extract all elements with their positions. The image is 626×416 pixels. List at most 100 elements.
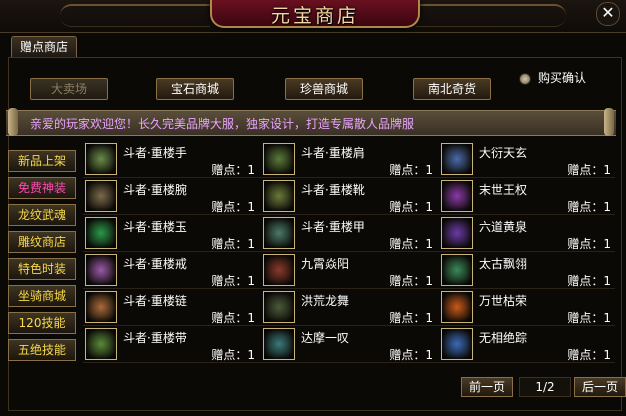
- category-button-bazaar[interactable]: 大卖场: [30, 78, 108, 100]
- item-cell[interactable]: 大衍天玄 赠点：1: [439, 141, 615, 177]
- item-cell[interactable]: 六道黄泉赠点：1: [439, 215, 615, 251]
- title-ornament-right: [416, 4, 566, 27]
- staff-weapon-icon[interactable]: [441, 143, 473, 175]
- item-name: 斗者·重楼腕: [123, 183, 187, 197]
- sidebar-item[interactable]: 雕纹商店: [8, 231, 76, 253]
- scroll-end-left: [8, 108, 18, 136]
- item-cell[interactable]: 洪荒龙舞 赠点：1: [261, 289, 437, 325]
- item-price: 赠点：1: [389, 237, 433, 251]
- row-divider: [83, 362, 615, 363]
- title-bar: 元宝商店 ✕: [0, 0, 626, 33]
- row-divider: [83, 177, 615, 178]
- item-name: 斗者·重楼肩: [301, 146, 365, 160]
- category-button-gem-shop[interactable]: 宝石商城: [156, 78, 234, 100]
- row-divider: [83, 325, 615, 326]
- tab-gift-point-shop[interactable]: 赠点商店: [11, 36, 78, 57]
- boots-icon[interactable]: [263, 180, 295, 212]
- item-name: 大衍天玄: [479, 146, 528, 160]
- item-price: 赠点：1: [567, 348, 611, 362]
- item-cell[interactable]: 太古飘翎赠点：1: [439, 252, 615, 288]
- announcement-text: 亲爱的玩家欢迎您！长久完美品牌大服，独家设计，打造专属散人品牌服: [30, 117, 415, 131]
- gauntlet-icon[interactable]: [85, 143, 117, 175]
- announcement-scroll: 亲爱的玩家欢迎您！长久完美品牌大服，独家设计，打造专属散人品牌服: [6, 108, 616, 136]
- item-price: 赠点：1: [389, 274, 433, 288]
- item-name: 太古飘翎: [479, 257, 528, 271]
- sidebar-item[interactable]: 免费神装: [8, 177, 76, 199]
- confirm-radio[interactable]: [519, 73, 531, 85]
- item-cell[interactable]: 九霄焱阳 赠点：1: [261, 252, 437, 288]
- item-cell[interactable]: 达摩一叹赠点：1: [261, 326, 437, 362]
- sidebar-item[interactable]: 五绝技能: [8, 339, 76, 361]
- flame-weapon-icon[interactable]: [441, 291, 473, 323]
- item-price: 赠点：1: [567, 237, 611, 251]
- spear-icon[interactable]: [441, 217, 473, 249]
- item-cell[interactable]: 万世枯荣赠点：1: [439, 289, 615, 325]
- item-cell[interactable]: 斗者·重楼玉赠点：1: [83, 215, 259, 251]
- jade-icon[interactable]: [85, 217, 117, 249]
- item-cell[interactable]: 斗者·重楼靴 赠点：1: [261, 178, 437, 214]
- next-page-button[interactable]: 后一页: [574, 377, 626, 397]
- scepter-icon[interactable]: [441, 180, 473, 212]
- row-divider: [83, 251, 615, 252]
- crystal-blade-icon[interactable]: [441, 328, 473, 360]
- item-name: 六道黄泉: [479, 220, 528, 234]
- item-price: 赠点：1: [211, 200, 255, 214]
- belt-icon[interactable]: [85, 328, 117, 360]
- feather-fan-icon[interactable]: [441, 254, 473, 286]
- scroll-end-right: [604, 108, 614, 136]
- item-cell[interactable]: 无相绝踪 赠点：1: [439, 326, 615, 362]
- blade-icon[interactable]: [263, 254, 295, 286]
- row-divider: [83, 288, 615, 289]
- sidebar-item[interactable]: 龙纹武魂: [8, 204, 76, 226]
- item-name: 万世枯荣: [479, 294, 528, 308]
- item-cell[interactable]: 末世王权赠点：1: [439, 178, 615, 214]
- necklace-icon[interactable]: [85, 291, 117, 323]
- sidebar-item[interactable]: 坐骑商城: [8, 285, 76, 307]
- item-grid: 斗者·重楼手 赠点：1 斗者·重楼肩 赠点：1 大衍天玄 赠点：1 斗者·重楼腕 赠点：1 斗者…: [83, 141, 615, 369]
- item-price: 赠点：1: [211, 348, 255, 362]
- item-name: 斗者·重楼戒: [123, 257, 187, 271]
- category-button-pet-shop[interactable]: 珍兽商城: [285, 78, 363, 100]
- item-name: 斗者·重楼链: [123, 294, 187, 308]
- item-cell[interactable]: 斗者·重楼手赠点：1: [83, 141, 259, 177]
- item-price: 赠点：1: [389, 163, 433, 177]
- dragon-sword-icon[interactable]: [263, 291, 295, 323]
- prayer-beads-icon[interactable]: [263, 328, 295, 360]
- item-cell[interactable]: 斗者·重楼戒 赠点：1: [83, 252, 259, 288]
- sidebar-item[interactable]: 120技能: [8, 312, 76, 334]
- title-ornament-left: [60, 4, 210, 27]
- item-price: 赠点：1: [211, 237, 255, 251]
- item-price: 赠点：1: [211, 163, 255, 177]
- item-cell[interactable]: 斗者·重楼链赠点：1: [83, 289, 259, 325]
- item-cell[interactable]: 斗者·重楼甲赠点：1: [261, 215, 437, 251]
- item-name: 斗者·重楼靴: [301, 183, 365, 197]
- item-cell[interactable]: 斗者·重楼腕赠点：1: [83, 178, 259, 214]
- close-icon[interactable]: ✕: [596, 2, 620, 26]
- item-price: 赠点：1: [567, 311, 611, 325]
- prev-page-button[interactable]: 前一页: [461, 377, 513, 397]
- row-divider: [83, 214, 615, 215]
- item-price: 赠点：1: [567, 200, 611, 214]
- item-name: 斗者·重楼手: [123, 146, 187, 160]
- shoulder-armor-icon[interactable]: [263, 143, 295, 175]
- sidebar-item[interactable]: 新品上架: [8, 150, 76, 172]
- bracer-icon[interactable]: [85, 180, 117, 212]
- item-name: 斗者·重楼带: [123, 331, 187, 345]
- armor-icon[interactable]: [263, 217, 295, 249]
- ring-icon[interactable]: [85, 254, 117, 286]
- item-name: 斗者·重楼甲: [301, 220, 365, 234]
- title-plate: 元宝商店: [210, 0, 420, 28]
- page-indicator: 1/2: [519, 377, 571, 397]
- item-cell[interactable]: 斗者·重楼带赠点：1: [83, 326, 259, 362]
- item-name: 达摩一叹: [301, 331, 350, 345]
- item-name: 末世王权: [479, 183, 528, 197]
- item-cell[interactable]: 斗者·重楼肩赠点：1: [261, 141, 437, 177]
- item-name: 斗者·重楼玉: [123, 220, 187, 234]
- item-price: 赠点：1: [389, 311, 433, 325]
- confirm-label: 购买确认: [538, 71, 587, 85]
- category-button-rare-goods[interactable]: 南北奇货: [413, 78, 491, 100]
- item-price: 赠点：1: [211, 311, 255, 325]
- sidebar-item[interactable]: 特色时装: [8, 258, 76, 280]
- item-price: 赠点：1: [389, 348, 433, 362]
- item-price: 赠点：1: [567, 274, 611, 288]
